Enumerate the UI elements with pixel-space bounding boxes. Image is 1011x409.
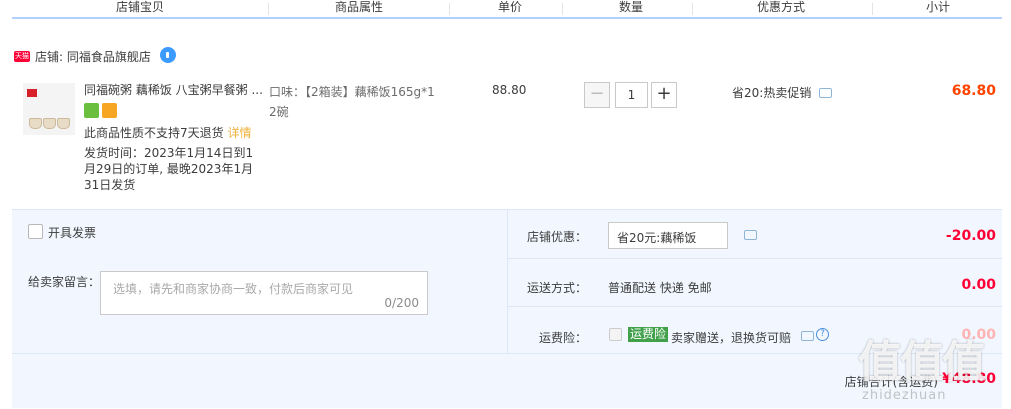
return-policy: 此商品性质不支持7天退货 详情 <box>84 125 251 141</box>
chat-seller-icon[interactable] <box>160 47 176 63</box>
shop-discount-select[interactable]: 省20元:藕稀饭 <box>608 222 728 249</box>
shipping-value: 普通配送 快递 免邮 <box>608 281 712 295</box>
product-props: 口味：【2箱装】藕稀饭165g*1 2碗 <box>269 82 454 122</box>
divider <box>507 210 508 354</box>
order-options-panel: 开具发票 给卖家留言： 选填，请先和商家协商一致，付款后商家可见 0/200 店… <box>12 209 1002 408</box>
service-badge-icon <box>84 103 99 118</box>
insurance-checkbox[interactable] <box>609 328 622 341</box>
col-props: 商品属性 <box>335 0 384 14</box>
ship-time-line2: 月29日的订单, 最晚2023年1月 <box>84 162 254 176</box>
item-subtotal: 68.80 <box>951 83 996 99</box>
message-label: 给卖家留言： <box>28 275 101 289</box>
col-price: 单价 <box>498 0 523 14</box>
col-separator <box>872 3 873 15</box>
shop-discount-amount: -20.00 <box>945 228 996 244</box>
ship-time-line1: 发货时间：2023年1月14日到1 <box>84 146 254 160</box>
shop-name[interactable]: 店铺: 同福食品旗舰店 <box>35 49 151 65</box>
ship-time-line3: 31日发货 <box>84 178 136 192</box>
shipping-amount: 0.00 <box>961 277 996 293</box>
brand-logo-icon <box>27 89 37 97</box>
qty-increase-button[interactable]: + <box>651 82 677 108</box>
return-policy-text: 此商品性质不支持7天退货 <box>84 126 224 140</box>
product-title[interactable]: 同福碗粥 藕稀饭 八宝粥早餐粥 ... <box>84 82 266 98</box>
product-thumbnail[interactable] <box>23 83 75 135</box>
qty-decrease-button[interactable]: − <box>584 82 610 108</box>
col-subtotal: 小计 <box>926 0 951 14</box>
col-separator <box>268 3 269 15</box>
discount-comment-icon[interactable] <box>744 230 757 240</box>
message-placeholder: 选填，请先和商家协商一致，付款后商家可见 <box>113 282 354 296</box>
cart-item-row: 同福碗粥 藕稀饭 八宝粥早餐粥 ... 此商品性质不支持7天退货 详情 发货时间… <box>12 75 1002 208</box>
col-qty: 数量 <box>619 0 644 14</box>
cart-header: 店铺宝贝 商品属性 单价 数量 优惠方式 小计 <box>12 0 1002 19</box>
watermark-text: zhidezhuan <box>862 388 947 403</box>
insurance-label: 运费险： <box>538 331 587 345</box>
divider <box>508 306 1002 307</box>
col-separator <box>449 3 450 15</box>
policy-detail-link[interactable]: 详情 <box>227 126 251 140</box>
watermark-logo: 值值值 <box>858 337 986 388</box>
unit-price: 88.80 <box>492 83 527 97</box>
shipping-label: 运送方式： <box>526 281 587 295</box>
shop-discount-label: 店铺优惠： <box>526 230 587 244</box>
bowl-icon <box>57 118 70 129</box>
bowl-icon <box>29 118 42 129</box>
shop-discount-selected: 省20元:藕稀饭 <box>617 231 697 245</box>
divider <box>12 353 1002 354</box>
insurance-comment-icon[interactable] <box>801 331 814 341</box>
divider <box>508 258 1002 259</box>
col-promo: 优惠方式 <box>757 0 806 14</box>
promo-text: 省20:热卖促销 <box>732 86 812 100</box>
qty-input[interactable]: 1 <box>615 82 648 108</box>
message-textarea[interactable]: 选填，请先和商家协商一致，付款后商家可见 0/200 <box>100 271 428 315</box>
invoice-checkbox[interactable] <box>28 224 43 239</box>
col-separator <box>692 3 693 15</box>
bowl-icon <box>43 118 56 129</box>
tmall-badge: 天猫 <box>14 51 30 62</box>
col-item: 店铺宝贝 <box>116 0 165 14</box>
prop-line2: 2碗 <box>269 105 289 119</box>
insurance-tag: 运费险 <box>628 327 669 342</box>
help-icon[interactable]: ? <box>816 328 829 341</box>
invoice-label: 开具发票 <box>48 226 97 240</box>
prop-line1: 口味：【2箱装】藕稀饭165g*1 <box>269 85 435 99</box>
col-separator <box>562 3 563 15</box>
card-badge-icon <box>102 103 117 118</box>
message-counter: 0/200 <box>384 296 419 310</box>
promo-comment-icon[interactable] <box>819 88 832 98</box>
insurance-value: 卖家赠送，退换货可赔 <box>671 331 792 345</box>
